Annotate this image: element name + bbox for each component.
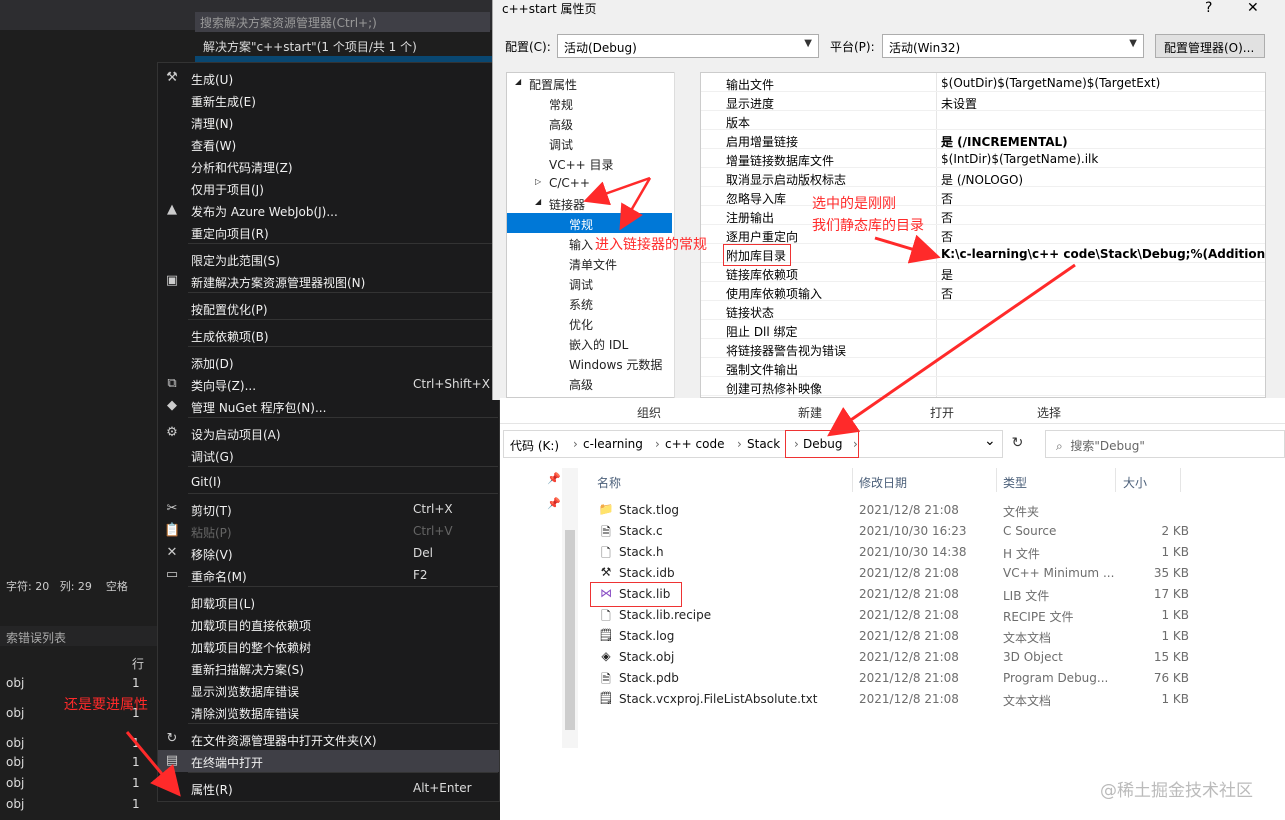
- annotation-selected-2: 我们静态库的目录: [812, 218, 924, 234]
- highlight-box-additional-lib: [723, 244, 791, 266]
- annotation-properties: 还是要进属性: [64, 697, 148, 713]
- watermark: @稀土掘金技术社区: [1100, 781, 1253, 801]
- annotation-arrows: [125, 176, 1076, 797]
- annotation-selected-1: 选中的是刚刚: [812, 196, 896, 212]
- highlight-box-stack-lib: [590, 582, 682, 607]
- highlight-box-debug: [785, 430, 859, 458]
- annotation-linker-general: 进入链接器的常规: [595, 237, 707, 253]
